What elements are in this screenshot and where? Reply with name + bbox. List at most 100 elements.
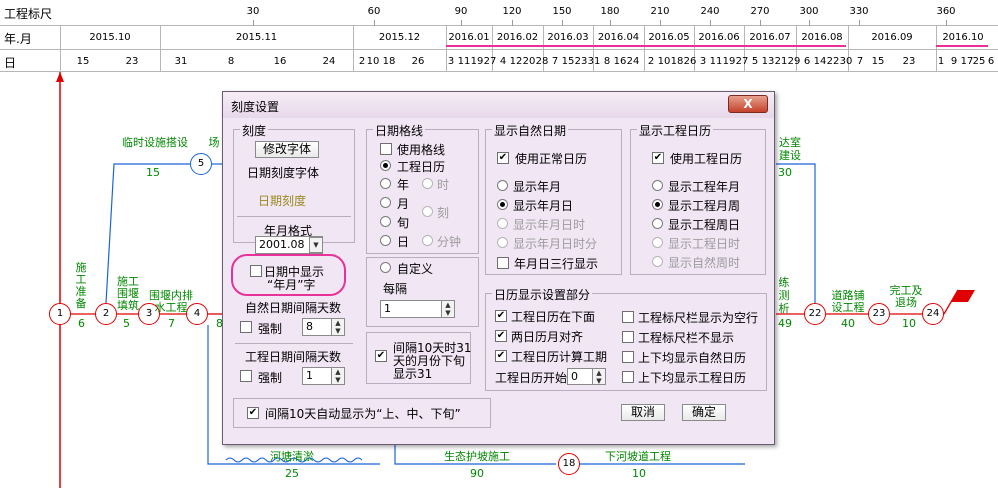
scale-settings-dialog: 刻度设置 X 刻度 修改字体 日期刻度字体 日期刻度 年月格式 2001.08 … (222, 91, 775, 445)
duration-eco-slope: 90 (470, 467, 484, 480)
spin-up-icon[interactable]: ▲ (593, 369, 605, 377)
natural-force-checkbox[interactable] (240, 321, 252, 333)
both-natural-checkbox[interactable] (622, 351, 634, 363)
activity-pond-clear: 河塘清淤 (270, 450, 314, 463)
duration-partial-b: 30 (778, 166, 792, 179)
close-button[interactable]: X (728, 95, 768, 113)
activity-complete: 完工及退场 (889, 284, 923, 309)
both-work-label: 上下均显示工程日历 (638, 371, 747, 385)
grid-radio-custom[interactable] (380, 262, 391, 273)
grid-radio-month[interactable] (380, 197, 391, 208)
both-natural-label: 上下均显示自然日历 (638, 351, 747, 365)
work-radio-ym[interactable] (652, 180, 663, 191)
spin-down-icon[interactable]: ▼ (593, 377, 605, 385)
node-18[interactable]: 18 (558, 453, 580, 475)
node-1[interactable]: 1 (49, 303, 71, 325)
natural-interval-spinner[interactable]: ▲ ▼ (331, 318, 345, 336)
grid-radio-day[interactable] (380, 235, 391, 246)
grid-interval-spinner[interactable]: ▲ ▼ (441, 300, 455, 318)
work-calendar-start-label: 工程日历开始 (495, 371, 568, 385)
use-normal-calendar-label: 使用正常日历 (515, 152, 588, 166)
work-radio-natural-wh[interactable] (652, 256, 663, 267)
activity-eco-slope: 生态护坡施工 (444, 450, 510, 463)
work-option-natural-wh: 显示自然周时 (668, 256, 741, 270)
grid-interval-input[interactable]: 1 (380, 300, 442, 318)
grid-radio-minute[interactable] (422, 235, 433, 246)
duration-drain: 7 (168, 317, 175, 330)
grid-option-year: 年 (397, 178, 410, 192)
scale-row-hide-checkbox[interactable] (622, 331, 634, 343)
spin-down-icon[interactable]: ▼ (332, 327, 344, 335)
grid-radio-xun[interactable] (380, 216, 391, 227)
both-work-checkbox[interactable] (622, 371, 634, 383)
use-grid-checkbox[interactable] (380, 143, 392, 155)
work-interval-value: 1 (306, 369, 313, 382)
work-calendar-group-title: 显示工程日历 (637, 122, 714, 139)
grid-interval-value: 1 (384, 302, 391, 315)
scale-row-blank-checkbox[interactable] (622, 311, 634, 323)
grid-option-month: 月 (397, 197, 410, 211)
grid-radio-year[interactable] (380, 178, 391, 189)
scale-row-hide-label: 工程标尺栏不显示 (638, 331, 735, 345)
natural-radio-ymdh[interactable] (497, 218, 508, 229)
activity-river-path: 下河坡道工程 (605, 450, 671, 463)
grid-interval-label: 每隔 (383, 282, 408, 296)
calc-duration-label: 工程日历计算工期 (511, 350, 608, 364)
ten-day-checkbox[interactable]: ✔ (375, 350, 387, 362)
auto-xun-checkbox[interactable]: ✔ (247, 407, 259, 419)
work-option-dh: 显示工程日时 (668, 237, 741, 251)
natural-radio-ymd[interactable] (497, 199, 508, 210)
modify-font-button[interactable]: 修改字体 (255, 141, 319, 158)
annotation-highlight (231, 254, 346, 296)
scale-row-blank-label: 工程标尺栏显示为空行 (638, 311, 759, 325)
natural-radio-ymdhm[interactable] (497, 237, 508, 248)
grid-radio-hour[interactable] (422, 178, 433, 189)
use-work-calendar-label: 使用工程日历 (670, 152, 743, 166)
activity-temp-facility: 临时设施搭设 (122, 136, 188, 149)
grid-option-minute: 分钟 (437, 235, 462, 249)
cancel-button[interactable]: 取消 (621, 404, 665, 421)
work-interval-input[interactable]: 1 (302, 367, 332, 385)
work-calendar-start-input[interactable]: 0 (567, 368, 593, 385)
spin-up-icon[interactable]: ▲ (332, 368, 344, 376)
use-normal-calendar-checkbox[interactable]: ✔ (497, 152, 509, 164)
activity-site-prep: 施工准备 (75, 261, 87, 310)
activity-cofferdam: 施工围堰填筑 (117, 275, 139, 312)
work-calendar-start-spinner[interactable]: ▲ ▼ (592, 368, 606, 385)
duration-pond-clear: 25 (285, 467, 299, 480)
month-align-label: 两日历月对齐 (511, 330, 584, 344)
duration-partial-c: 49 (778, 317, 792, 330)
calc-duration-checkbox[interactable]: ✔ (495, 350, 507, 362)
work-radio-wd[interactable] (652, 218, 663, 229)
node-24[interactable]: 24 (922, 303, 944, 325)
node-5[interactable]: 5 (190, 153, 212, 175)
work-interval-spinner[interactable]: ▲ ▼ (331, 367, 345, 385)
use-grid-label: 使用格线 (397, 143, 446, 157)
ym-format-dropdown-button[interactable]: ▼ (309, 237, 323, 253)
spin-up-icon[interactable]: ▲ (332, 319, 344, 327)
date-scale-sample: 日期刻度 (258, 194, 307, 208)
spin-up-icon[interactable]: ▲ (442, 301, 454, 309)
three-rows-checkbox[interactable] (497, 257, 509, 269)
month-align-checkbox[interactable]: ✔ (495, 330, 507, 342)
spin-down-icon[interactable]: ▼ (442, 309, 454, 317)
work-radio-dh[interactable] (652, 237, 663, 248)
natural-interval-input[interactable]: 8 (302, 318, 332, 336)
node-23[interactable]: 23 (868, 303, 890, 325)
natural-radio-ym[interactable] (497, 180, 508, 191)
work-radio-mw[interactable] (652, 199, 663, 210)
dialog-title-bar[interactable]: 刻度设置 X (223, 92, 774, 118)
node-22[interactable]: 22 (804, 303, 826, 325)
grid-radio-quarter[interactable] (422, 206, 433, 217)
date-grid-group-title: 日期格线 (373, 122, 426, 139)
calendar-display-group-title: 日历显示设置部分 (492, 286, 593, 303)
ok-button[interactable]: 确定 (682, 404, 726, 421)
work-option-mw: 显示工程月周 (668, 199, 741, 213)
work-calendar-start-value: 0 (571, 370, 578, 383)
grid-radio-work-calendar[interactable] (380, 160, 391, 171)
spin-down-icon[interactable]: ▼ (332, 376, 344, 384)
use-work-calendar-checkbox[interactable]: ✔ (652, 152, 664, 164)
work-force-checkbox[interactable] (240, 370, 252, 382)
work-calendar-below-checkbox[interactable]: ✔ (495, 310, 507, 322)
ten-day-label-3: 显示31 (393, 367, 433, 381)
